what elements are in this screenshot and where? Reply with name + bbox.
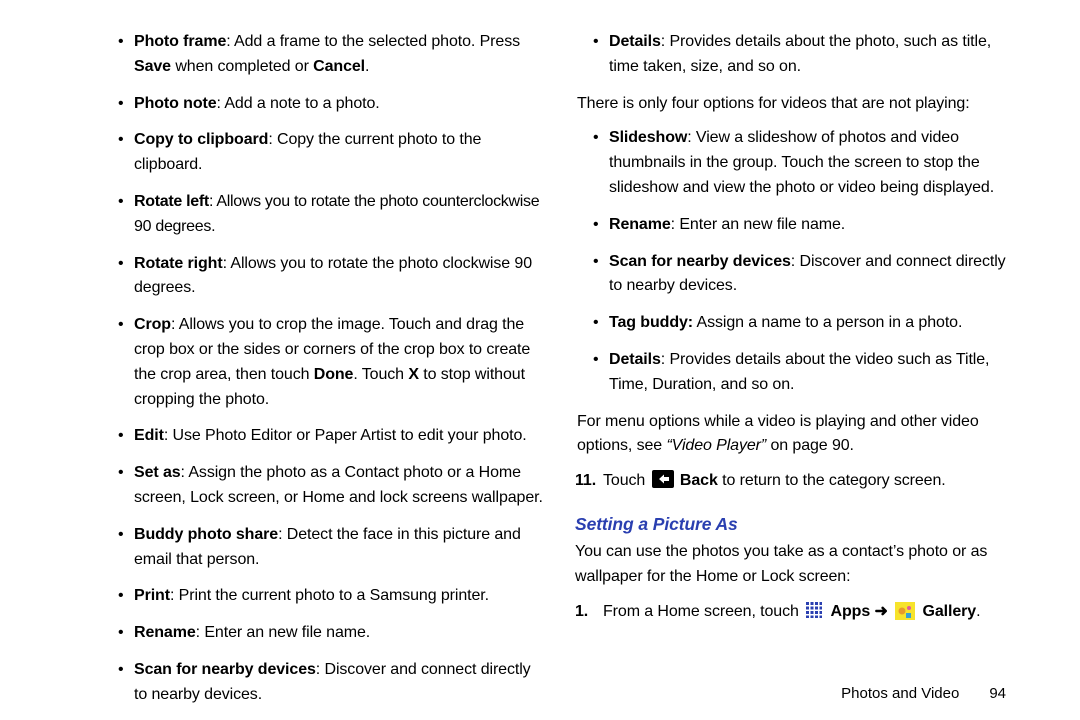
term: Details — [609, 33, 661, 50]
footer-page-number: 94 — [989, 685, 1006, 702]
list-item: Tag buddy: Assign a name to a person in … — [595, 311, 1020, 336]
gallery-icon — [895, 602, 915, 629]
manual-page: Photo frame: Add a frame to the selected… — [0, 0, 1080, 720]
term: Scan for nearby devices — [609, 253, 791, 270]
list-item: Rename: Enter an new file name. — [595, 213, 1020, 238]
term: Rename — [609, 216, 671, 233]
list-item: Rotate left: Allows you to rotate the ph… — [120, 190, 545, 240]
back-icon — [652, 470, 674, 497]
arrow-icon: ➜ — [874, 603, 887, 620]
right-column: Details: Provides details about the phot… — [571, 30, 1020, 710]
apps-icon — [805, 601, 823, 628]
left-bullet-list: Photo frame: Add a frame to the selected… — [100, 30, 545, 708]
list-item: Rename: Enter an new file name. — [120, 621, 545, 646]
term: Slideshow — [609, 129, 687, 146]
step-number: 1. — [575, 600, 588, 625]
video-bullet-list: Slideshow: View a slideshow of photos an… — [575, 126, 1020, 397]
term: Tag buddy: — [609, 314, 693, 331]
term: Edit — [134, 427, 164, 444]
term: Buddy photo share — [134, 526, 278, 543]
term: Details — [609, 351, 661, 368]
list-item: Photo frame: Add a frame to the selected… — [120, 30, 545, 80]
list-item: Print: Print the current photo to a Sams… — [120, 584, 545, 609]
list-item: Details: Provides details about the phot… — [595, 30, 1020, 80]
step-list-1: 1. From a Home screen, touch Apps — [575, 600, 1020, 629]
list-item: Photo note: Add a note to a photo. — [120, 92, 545, 117]
list-item: Buddy photo share: Detect the face in th… — [120, 523, 545, 573]
term: Crop — [134, 316, 171, 333]
list-item: Rotate right: Allows you to rotate the p… — [120, 252, 545, 302]
footer-section: Photos and Video — [841, 685, 959, 702]
list-item: Copy to clipboard: Copy the current phot… — [120, 128, 545, 178]
term: Photo note — [134, 95, 217, 112]
list-item: Crop: Allows you to crop the image. Touc… — [120, 313, 545, 412]
term: Print — [134, 587, 170, 604]
left-column: Photo frame: Add a frame to the selected… — [100, 30, 571, 710]
list-item: Details: Provides details about the vide… — [595, 348, 1020, 398]
term: Rotate right — [134, 255, 223, 272]
term: Rename — [134, 624, 196, 641]
section-title-setting-picture-as: Setting a Picture As — [575, 511, 1020, 538]
right-top-bullets: Details: Provides details about the phot… — [575, 30, 1020, 80]
list-item: Slideshow: View a slideshow of photos an… — [595, 126, 1020, 200]
list-item: Set as: Assign the photo as a Contact ph… — [120, 461, 545, 511]
step-1: 1. From a Home screen, touch Apps — [603, 600, 1020, 629]
term: Copy to clipboard — [134, 131, 268, 148]
term: Scan for nearby devices — [134, 661, 316, 678]
step-list-11: 11. Touch Back to return to the category… — [575, 469, 1020, 497]
term: Photo frame — [134, 33, 226, 50]
step-number: 11. — [575, 469, 596, 494]
video-options-note: There is only four options for videos th… — [575, 92, 1020, 117]
list-item: Scan for nearby devices: Discover and co… — [120, 658, 545, 708]
video-player-crossref: For menu options while a video is playin… — [575, 410, 1020, 460]
list-item: Scan for nearby devices: Discover and co… — [595, 250, 1020, 300]
page-footer: Photos and Video 94 — [841, 685, 1006, 702]
list-item: Edit: Use Photo Editor or Paper Artist t… — [120, 424, 545, 449]
term: Rotate left — [134, 193, 209, 210]
term: Set as — [134, 464, 181, 481]
step-11: 11. Touch Back to return to the category… — [603, 469, 1020, 497]
section-intro: You can use the photos you take as a con… — [575, 540, 1020, 590]
